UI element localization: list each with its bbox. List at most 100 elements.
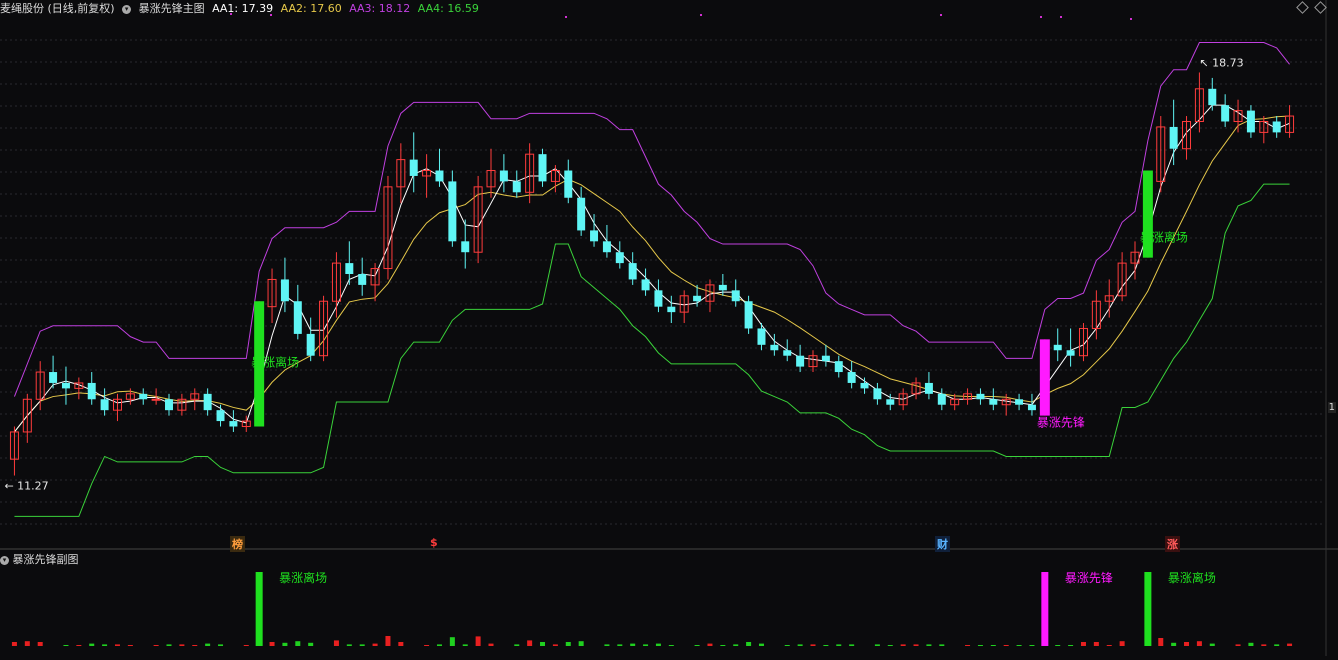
sub-histogram-bar	[1261, 644, 1267, 646]
sub-histogram-bar	[643, 644, 649, 646]
candle-body-down	[306, 333, 315, 356]
sub-histogram-bar	[218, 644, 224, 646]
sub-histogram-bar	[784, 645, 790, 646]
signal-annotation: 暴涨离场	[251, 355, 299, 370]
sub-histogram-bar	[797, 644, 803, 646]
candle-body-down	[1246, 110, 1255, 133]
top-event-dot	[940, 14, 942, 16]
sub-histogram-bar	[604, 644, 610, 646]
sub-histogram-bar	[76, 645, 82, 646]
event-badge-zhang[interactable]: 涨	[1165, 536, 1180, 552]
sub-signal-annotation: 暴涨先锋	[1065, 570, 1113, 585]
kline-chart-window[interactable]: 暴涨离场 暴涨先锋 暴涨离场 ← 11.27 ↖ 18.73 暴涨离场 暴涨先锋 暴涨离场	[0, 0, 1338, 656]
sub-histogram-bar	[939, 644, 945, 646]
candle-body-down	[937, 393, 946, 405]
sub-histogram-bar	[990, 645, 996, 646]
candle-body-up	[151, 398, 161, 401]
candle-body-down	[100, 399, 109, 411]
sub-histogram-bar	[333, 640, 339, 646]
candle-body-down	[435, 170, 444, 182]
sub-histogram-bar	[11, 642, 17, 646]
candle-body-down	[49, 372, 58, 383]
candle-body-down	[1053, 344, 1062, 351]
candle-body-down	[667, 306, 676, 313]
sub-histogram-bar	[694, 645, 700, 646]
candle-body-down	[216, 410, 225, 422]
aa1-value: AA1: 17.39	[212, 2, 274, 15]
sub-histogram-bar	[849, 644, 855, 646]
sub-histogram-bar	[243, 645, 249, 646]
candle-body-down	[61, 382, 70, 389]
sub-histogram-bar	[655, 643, 661, 646]
sub-histogram-bar	[1016, 645, 1022, 646]
candle-body-down	[847, 372, 856, 383]
sub-indicator-settings-icon[interactable]: ▾	[0, 555, 9, 565]
sub-histogram-bar	[114, 644, 120, 646]
sub-histogram-bar	[488, 643, 494, 646]
candle-body-down	[293, 301, 302, 334]
signal-candle	[1142, 170, 1153, 258]
sub-histogram-bar	[1093, 642, 1099, 646]
sub-histogram-bar	[1119, 641, 1125, 646]
candle-body-down	[1221, 105, 1230, 122]
event-badge-cai[interactable]: 财	[935, 536, 950, 552]
signal-annotation: 暴涨离场	[1140, 229, 1188, 244]
sub-histogram-bar	[1068, 645, 1074, 646]
sub-histogram-bar	[565, 642, 571, 646]
sub-histogram-bar	[552, 644, 558, 646]
event-badge-dollar[interactable]: $	[428, 536, 440, 549]
candle-body-down	[203, 393, 212, 411]
candle-body-down	[1015, 399, 1024, 405]
candle-body-down	[821, 355, 830, 362]
sub-signal-bar	[1041, 572, 1049, 646]
sub-histogram-bar	[372, 643, 378, 646]
top-event-dot	[1040, 16, 1042, 18]
sub-histogram-bar	[527, 640, 533, 646]
top-event-dot	[700, 14, 702, 16]
aa1-average-line	[14, 104, 1290, 433]
sub-indicator-name[interactable]: 暴涨先锋副图	[13, 553, 79, 566]
top-event-dot	[1130, 18, 1132, 20]
candle-body-down	[538, 154, 547, 182]
sub-histogram-bar	[1171, 642, 1177, 646]
candle-body-down	[461, 241, 470, 253]
sub-indicator-header: ▾ 暴涨先锋副图	[0, 551, 79, 567]
candle-body-down	[229, 421, 238, 427]
sub-histogram-bar	[810, 644, 816, 646]
candle-body-down	[757, 328, 766, 345]
candle-body-down	[654, 290, 663, 307]
candle-body-down	[602, 241, 611, 253]
signal-candle	[1039, 339, 1050, 416]
sub-histogram-bar	[630, 643, 636, 646]
sub-histogram-bar	[308, 642, 314, 646]
top-event-dot	[1060, 16, 1062, 18]
candle-body-down	[628, 263, 637, 280]
kline-svg[interactable]: 暴涨离场暴涨先锋暴涨离场← 11.27↖ 18.73暴涨离场 暴涨先锋 暴涨离场	[0, 0, 1338, 656]
event-badge-bang[interactable]: 榜	[230, 536, 245, 552]
indicator-settings-icon[interactable]: ▾	[122, 4, 132, 14]
candle-body-down	[358, 274, 367, 285]
sub-histogram-bar	[1080, 642, 1086, 646]
sub-histogram-bar	[707, 643, 713, 646]
sub-histogram-bar	[127, 645, 133, 646]
candle-body-down	[577, 197, 586, 231]
sub-signal-annotation: 暴涨离场	[279, 570, 327, 585]
sub-histogram-bar	[926, 644, 932, 646]
candle-body-down	[731, 290, 740, 302]
sub-histogram-bar	[346, 644, 352, 646]
candle-body-down	[641, 279, 650, 291]
candle-body-down	[87, 382, 96, 400]
stock-title: 麦绳股份 (日线,前复权)	[0, 2, 115, 15]
sub-histogram-bar	[1235, 644, 1241, 646]
sub-histogram-bar	[874, 644, 880, 646]
candle-body-down	[718, 284, 727, 291]
sub-signal-bar	[255, 572, 263, 646]
sub-histogram-bar	[1029, 645, 1035, 646]
sub-histogram-bar	[24, 641, 30, 646]
sub-histogram-bar	[295, 641, 301, 646]
indicator-name[interactable]: 暴涨先锋主图	[139, 2, 205, 15]
sub-histogram-bar	[1274, 644, 1280, 646]
sub-histogram-bar	[205, 643, 211, 646]
candle-body-down	[693, 295, 702, 302]
candle-body-down	[886, 399, 895, 405]
